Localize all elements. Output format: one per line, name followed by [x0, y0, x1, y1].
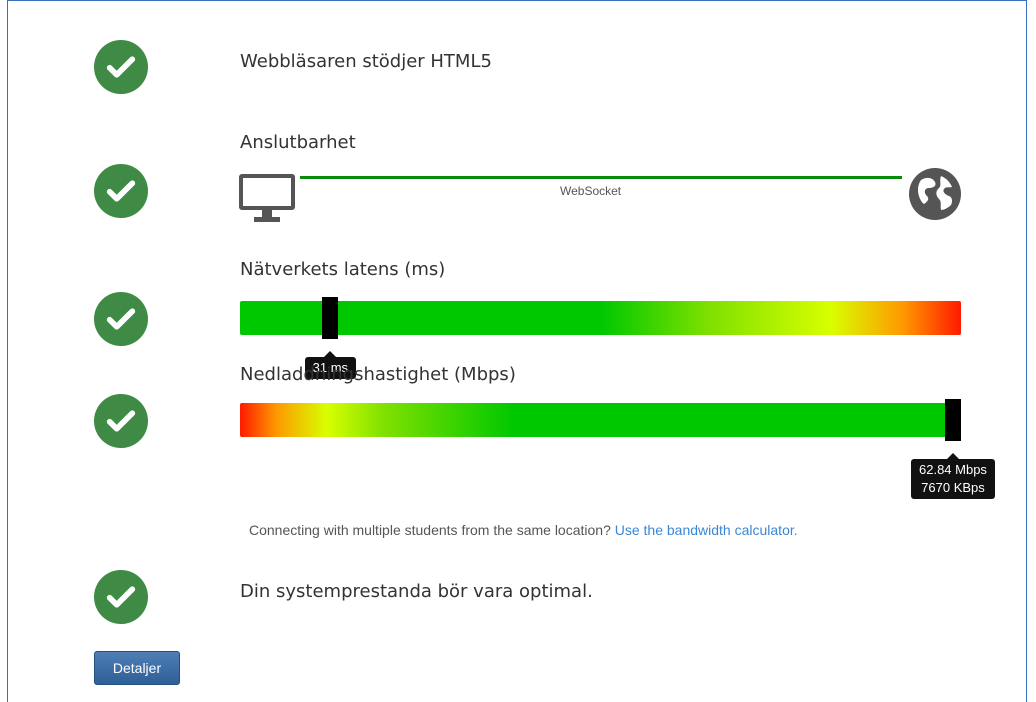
connection-type-label: WebSocket	[560, 184, 622, 198]
performance-label: Din systemprestanda bör vara optimal.	[240, 581, 593, 602]
download-tooltip: 62.84 Mbps 7670 KBps	[911, 453, 995, 499]
download-bar	[240, 403, 961, 437]
html5-support-label: Webbläsaren stödjer HTML5	[240, 51, 492, 72]
latency-bar	[240, 301, 961, 335]
monitor-icon	[238, 172, 298, 229]
details-button[interactable]: Detaljer	[94, 651, 180, 685]
check-circle-icon	[94, 394, 148, 448]
latency-label: Nätverkets latens (ms)	[240, 259, 446, 280]
bandwidth-calculator-link[interactable]: Use the bandwidth calculator.	[615, 522, 798, 538]
connection-line	[300, 176, 902, 179]
check-circle-icon	[94, 164, 148, 218]
latency-marker	[322, 297, 339, 339]
bandwidth-note-text: Connecting with multiple students from t…	[249, 522, 611, 538]
download-mbps: 62.84 Mbps	[919, 462, 987, 477]
globe-icon	[907, 166, 963, 227]
download-kbps: 7670 KBps	[921, 480, 985, 495]
connectivity-label: Anslutbarhet	[240, 132, 356, 153]
download-marker	[945, 399, 961, 441]
bandwidth-note: Connecting with multiple students from t…	[249, 522, 798, 538]
check-circle-icon	[94, 292, 148, 346]
check-circle-icon	[94, 570, 148, 624]
check-circle-icon	[94, 40, 148, 94]
download-label: Nedladdningshastighet (Mbps)	[240, 364, 516, 385]
